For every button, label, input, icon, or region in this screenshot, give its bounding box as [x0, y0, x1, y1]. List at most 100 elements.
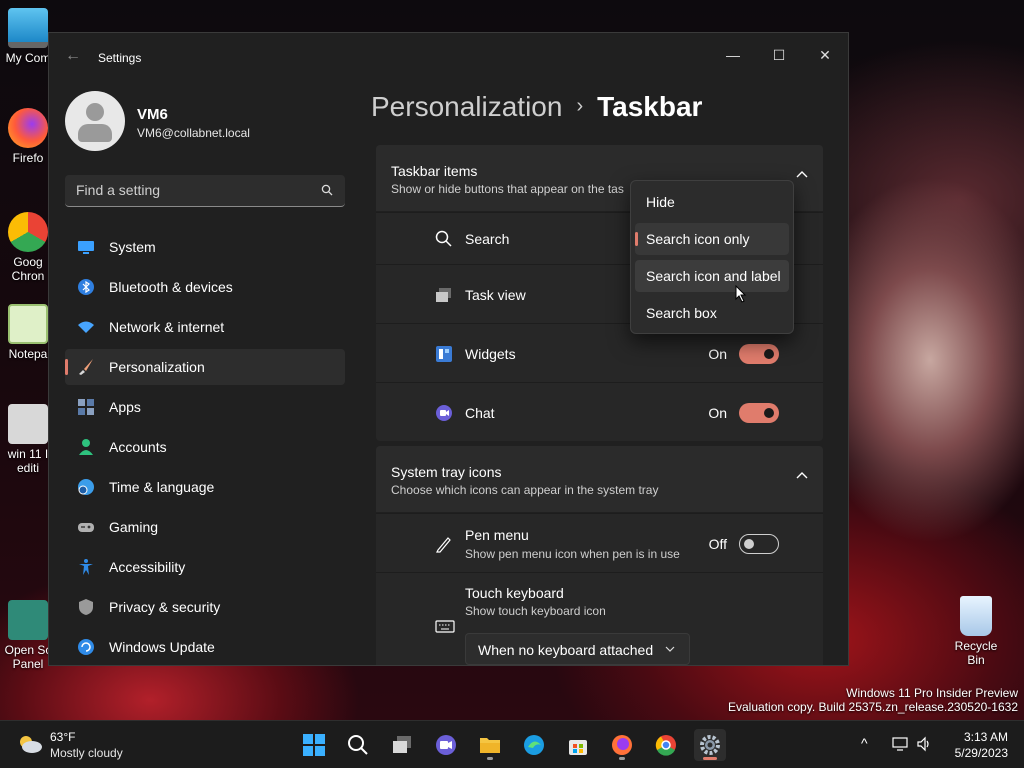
firefox-icon — [8, 108, 48, 148]
desktop-icon-open-panel[interactable]: Open Sc Panel — [4, 600, 52, 671]
search-icon — [435, 230, 452, 247]
mouse-cursor-icon — [735, 285, 747, 303]
option-hide[interactable]: Hide — [635, 186, 789, 218]
chrome-icon — [8, 212, 48, 252]
accessibility-icon — [79, 559, 93, 575]
taskbar: 63°F Mostly cloudy ^ 3:13 AM 5/29/2023 — [0, 720, 1024, 768]
section-subtitle: Choose which icons can appear in the sys… — [391, 483, 659, 497]
option-search-icon-and-label[interactable]: Search icon and label — [635, 260, 789, 292]
sidebar-item-gaming[interactable]: Gaming — [65, 509, 345, 545]
sidebar-item-network[interactable]: Network & internet — [65, 309, 345, 345]
option-search-box[interactable]: Search box — [635, 297, 789, 329]
store-icon — [569, 740, 587, 755]
avatar — [65, 91, 125, 151]
network-icon[interactable] — [892, 736, 908, 752]
widgets-state: On — [708, 346, 727, 362]
system-clock[interactable]: 3:13 AM 5/29/2023 — [955, 729, 1008, 761]
touch-keyboard-dropdown[interactable]: When no keyboard attached — [465, 633, 690, 665]
sidebar-item-windows-update[interactable]: Windows Update — [65, 629, 345, 665]
desktop-icon-my-computer[interactable]: My Com — [4, 8, 52, 65]
system-tray-header[interactable]: System tray icons Choose which icons can… — [376, 446, 823, 512]
sidebar-item-personalization[interactable]: Personalization — [65, 349, 345, 385]
apps-icon — [78, 399, 94, 415]
keyboard-icon — [435, 620, 455, 633]
brush-icon — [79, 359, 93, 375]
running-indicator — [619, 757, 625, 760]
widgets-icon — [436, 346, 452, 362]
taskbar-file-explorer-button[interactable] — [474, 729, 506, 761]
widgets-toggle[interactable] — [739, 344, 779, 364]
taskbar-task-view-button[interactable] — [386, 729, 418, 761]
start-button[interactable] — [298, 729, 330, 761]
gamepad-icon — [78, 523, 94, 532]
chat-state: On — [708, 405, 727, 421]
pen-menu-toggle[interactable] — [739, 534, 779, 554]
window-title: Settings — [98, 51, 142, 65]
desktop-icon-notepad[interactable]: Notepa — [4, 304, 52, 361]
page-title: Taskbar — [597, 91, 703, 122]
sidebar-item-accessibility[interactable]: Accessibility — [65, 549, 345, 585]
maximize-button[interactable]: ☐ — [756, 39, 802, 71]
chat-icon — [436, 405, 452, 421]
search-input[interactable] — [65, 175, 305, 205]
taskbar-chrome-button[interactable] — [650, 729, 682, 761]
active-indicator — [65, 359, 68, 375]
breadcrumb-parent[interactable]: Personalization — [371, 91, 562, 122]
find-setting-search — [65, 175, 345, 207]
chevron-up-icon[interactable] — [795, 169, 809, 179]
sidebar-item-apps[interactable]: Apps — [65, 389, 345, 425]
cloud-icon — [20, 736, 42, 753]
sidebar-nav: System Bluetooth & devices Network & int… — [65, 229, 345, 665]
chat-icon — [436, 735, 456, 755]
selected-indicator — [635, 232, 638, 246]
title-bar: ← Settings — ☐ ✕ — [49, 33, 848, 81]
terminal-icon — [8, 600, 48, 640]
close-button[interactable]: ✕ — [802, 39, 848, 71]
taskbar-edge-button[interactable] — [518, 729, 550, 761]
option-search-icon-only[interactable]: Search icon only — [635, 223, 789, 255]
task-view-icon — [393, 736, 411, 753]
recycle-bin-icon — [960, 596, 992, 636]
taskbar-store-button[interactable] — [562, 729, 594, 761]
taskbar-chat-button[interactable] — [430, 729, 462, 761]
monitor-icon — [8, 8, 48, 48]
shield-icon — [79, 599, 93, 615]
desktop-icon-win11-edition[interactable]: win 11 I editi — [4, 404, 52, 475]
section-title: Taskbar items — [391, 163, 478, 179]
sidebar-item-time-language[interactable]: Time & language — [65, 469, 345, 505]
system-icon — [78, 241, 94, 254]
chevron-up-icon[interactable] — [795, 470, 809, 480]
pen-icon — [436, 537, 451, 553]
taskbar-item-chat-row: Chat On — [376, 382, 823, 441]
taskbar-search-button[interactable] — [342, 729, 374, 761]
show-hidden-icons-chevron-icon[interactable]: ^ — [861, 735, 868, 751]
dropdown-value: When no keyboard attached — [478, 642, 654, 658]
settings-window: ← Settings — ☐ ✕ VM6 VM6@collabnet.local… — [48, 32, 849, 666]
taskbar-firefox-button[interactable] — [606, 729, 638, 761]
chevron-down-icon — [665, 646, 675, 652]
chat-toggle[interactable] — [739, 403, 779, 423]
desktop-icon-chrome[interactable]: Goog Chron — [4, 212, 52, 283]
search-icon — [321, 184, 333, 196]
notepad-icon — [8, 304, 48, 344]
start-icon — [303, 734, 325, 756]
sidebar-item-bluetooth[interactable]: Bluetooth & devices — [65, 269, 345, 305]
sidebar-item-privacy[interactable]: Privacy & security — [65, 589, 345, 625]
desktop-icon-firefox[interactable]: Firefo — [4, 108, 52, 165]
running-indicator — [703, 757, 717, 760]
desktop-icon-recycle-bin[interactable]: Recycle Bin — [946, 596, 1006, 667]
build-watermark: Windows 11 Pro Insider Preview Evaluatio… — [728, 686, 1018, 714]
accounts-icon — [79, 439, 93, 455]
sidebar-item-system[interactable]: System — [65, 229, 345, 265]
search-options-popup: Hide Search icon only Search icon and la… — [630, 180, 794, 334]
update-icon — [78, 639, 94, 655]
taskbar-settings-button[interactable] — [694, 729, 726, 761]
task-view-icon — [436, 288, 451, 302]
sidebar-item-accounts[interactable]: Accounts — [65, 429, 345, 465]
running-indicator — [487, 757, 493, 760]
minimize-button[interactable]: — — [710, 39, 756, 71]
volume-icon[interactable] — [916, 736, 932, 752]
back-arrow-icon[interactable]: ← — [65, 47, 81, 65]
file-explorer-icon — [480, 738, 500, 753]
pen-menu-state: Off — [708, 536, 727, 552]
